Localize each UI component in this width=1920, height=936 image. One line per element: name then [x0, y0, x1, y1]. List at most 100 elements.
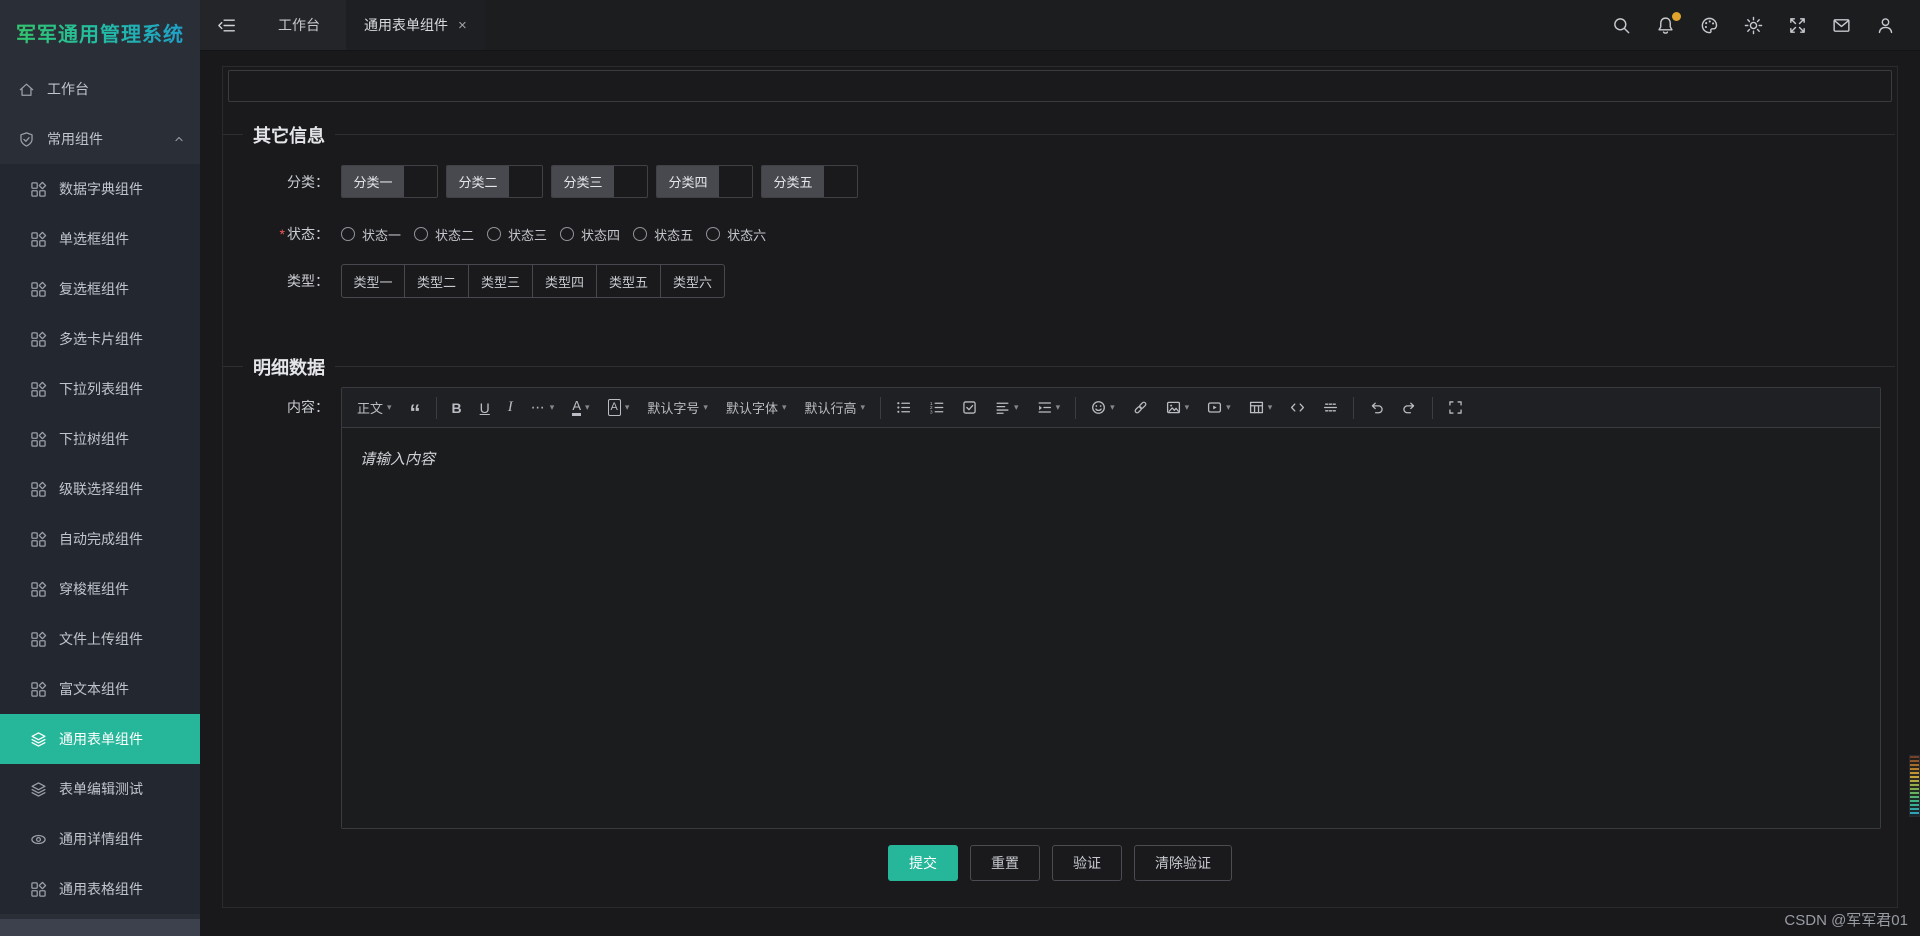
tab-close-icon[interactable]: ×: [458, 18, 467, 33]
checkbox-box[interactable]: [404, 166, 437, 197]
undo-button[interactable]: [1360, 394, 1393, 422]
sidebar-item[interactable]: 复选框组件: [0, 264, 200, 314]
code-icon: [1290, 400, 1305, 415]
radio-circle-icon[interactable]: [706, 227, 721, 241]
type-option-button[interactable]: 类型二: [405, 264, 469, 298]
type-option-button[interactable]: 类型六: [661, 264, 725, 298]
line-height-select[interactable]: 默认行高 ▾: [796, 394, 875, 422]
sidebar-item[interactable]: 下拉树组件: [0, 414, 200, 464]
theme-palette-button[interactable]: [1700, 16, 1719, 35]
blockquote-button[interactable]: “: [401, 394, 430, 423]
messages-button[interactable]: [1832, 16, 1851, 35]
sidebar-item[interactable]: 级联选择组件: [0, 464, 200, 514]
todo-list-button[interactable]: [953, 394, 986, 422]
align-button[interactable]: ▾: [986, 394, 1028, 422]
sidebar-item[interactable]: 通用详情组件: [0, 814, 200, 864]
user-profile-button[interactable]: [1876, 16, 1895, 35]
status-radio[interactable]: 状态六: [706, 225, 766, 244]
bullet-list-button[interactable]: [887, 394, 920, 422]
indent-button[interactable]: ▾: [1028, 394, 1070, 422]
scroll-indicator[interactable]: [1909, 755, 1920, 817]
more-style-button[interactable]: ⋯ ▾: [522, 394, 564, 422]
menu-fold-icon[interactable]: [200, 0, 252, 50]
tab[interactable]: 工作台: [252, 0, 346, 50]
chevron-down-icon: ▾: [703, 402, 708, 412]
font-family-select[interactable]: 默认字体 ▾: [717, 394, 796, 422]
heading-select[interactable]: 正文 ▾: [348, 394, 401, 422]
link-button[interactable]: [1124, 394, 1157, 422]
status-radio[interactable]: 状态四: [560, 225, 620, 244]
sidebar-item[interactable]: 单选框组件: [0, 214, 200, 264]
sidebar-item[interactable]: 通用表单组件: [0, 714, 200, 764]
checkbox-box[interactable]: [614, 166, 647, 197]
sidebar-item[interactable]: 下拉列表组件: [0, 364, 200, 414]
code-button[interactable]: [1281, 394, 1314, 422]
category-checkbox-card[interactable]: 分类四: [656, 165, 753, 198]
search-button[interactable]: [1612, 16, 1631, 35]
type-option-button[interactable]: 类型五: [597, 264, 661, 298]
category-checkbox-card[interactable]: 分类二: [446, 165, 543, 198]
truncated-input-field[interactable]: [228, 70, 1892, 102]
toolbar-item-label: 默认字体: [725, 401, 778, 416]
bold-button[interactable]: B: [443, 394, 471, 422]
sidebar-item[interactable]: 文件上传组件: [0, 614, 200, 664]
font-color-button[interactable]: A ▾: [563, 394, 598, 422]
reset-button[interactable]: 重置: [970, 845, 1040, 881]
sidebar-item[interactable]: 穿梭框组件: [0, 564, 200, 614]
type-option-button[interactable]: 类型一: [341, 264, 405, 298]
radio-circle-icon[interactable]: [560, 227, 575, 241]
sidebar-item[interactable]: 表单编辑测试: [0, 764, 200, 814]
radio-circle-icon[interactable]: [341, 227, 355, 241]
fullscreen-button[interactable]: [1439, 394, 1472, 422]
checkbox-box[interactable]: [719, 166, 752, 197]
sidebar-item[interactable]: 通用表格组件: [0, 864, 200, 914]
sidebar-item[interactable]: 多选卡片组件: [0, 314, 200, 364]
sidebar-item[interactable]: 常用组件: [0, 114, 200, 164]
underline-button[interactable]: U: [471, 394, 499, 422]
emoji-button[interactable]: ▾: [1082, 394, 1124, 422]
ordered-list-button[interactable]: 123: [920, 394, 953, 422]
sidebar-item[interactable]: 工作台: [0, 64, 200, 114]
toolbar-separator: [1432, 396, 1434, 419]
type-option-button[interactable]: 类型四: [533, 264, 597, 298]
validate-button[interactable]: 验证: [1052, 845, 1122, 881]
italic-button[interactable]: I: [499, 394, 522, 422]
radio-circle-icon[interactable]: [633, 227, 648, 241]
table-icon: [1249, 400, 1264, 415]
font-size-select[interactable]: 默认字号 ▾: [638, 394, 717, 422]
category-checkbox-card[interactable]: 分类五: [761, 165, 858, 198]
fullscreen-toggle-button[interactable]: [1788, 16, 1807, 35]
light-mode-button[interactable]: [1744, 16, 1763, 35]
hr-button[interactable]: [1314, 394, 1347, 422]
bg-color-button[interactable]: A ▾: [599, 394, 639, 422]
checkbox-box[interactable]: [509, 166, 542, 197]
category-label: 分类：: [287, 173, 329, 190]
category-option-label: 分类五: [762, 166, 824, 197]
notifications-button[interactable]: [1656, 11, 1681, 35]
sidebar-item-label: 数据字典组件: [59, 181, 143, 197]
radio-circle-icon[interactable]: [414, 227, 429, 241]
type-option-button[interactable]: 类型三: [469, 264, 533, 298]
table-button[interactable]: ▾: [1240, 394, 1282, 422]
checkbox-box[interactable]: [824, 166, 857, 197]
redo-button[interactable]: [1393, 394, 1426, 422]
sidebar-item[interactable]: 自动完成组件: [0, 514, 200, 564]
submit-button[interactable]: 提交: [888, 845, 958, 881]
editor-content-area[interactable]: 请输入内容: [342, 428, 1880, 828]
status-radio[interactable]: 状态一: [341, 225, 401, 244]
sidebar-item[interactable]: 富文本组件: [0, 664, 200, 714]
sidebar-item-label: 下拉列表组件: [59, 381, 143, 397]
image-button[interactable]: ▾: [1157, 394, 1199, 422]
category-checkbox-card[interactable]: 分类一: [341, 165, 438, 198]
video-button[interactable]: ▾: [1198, 394, 1240, 422]
radio-circle-icon[interactable]: [487, 227, 502, 241]
status-radio[interactable]: 状态三: [487, 225, 547, 244]
clear-validation-button[interactable]: 清除验证: [1134, 845, 1232, 881]
main-content: 其它信息 分类： 分类一 分类二 分类三 分类四 分类五 * 状态： 状态一 状态二 状态三状…: [200, 51, 1920, 936]
status-radio[interactable]: 状态五: [633, 225, 693, 244]
sidebar-item-label: 单选框组件: [59, 231, 129, 247]
tab[interactable]: 通用表单组件 ×: [346, 0, 485, 50]
category-checkbox-card[interactable]: 分类三: [551, 165, 648, 198]
status-radio[interactable]: 状态二: [414, 225, 474, 244]
sidebar-item[interactable]: 数据字典组件: [0, 164, 200, 214]
